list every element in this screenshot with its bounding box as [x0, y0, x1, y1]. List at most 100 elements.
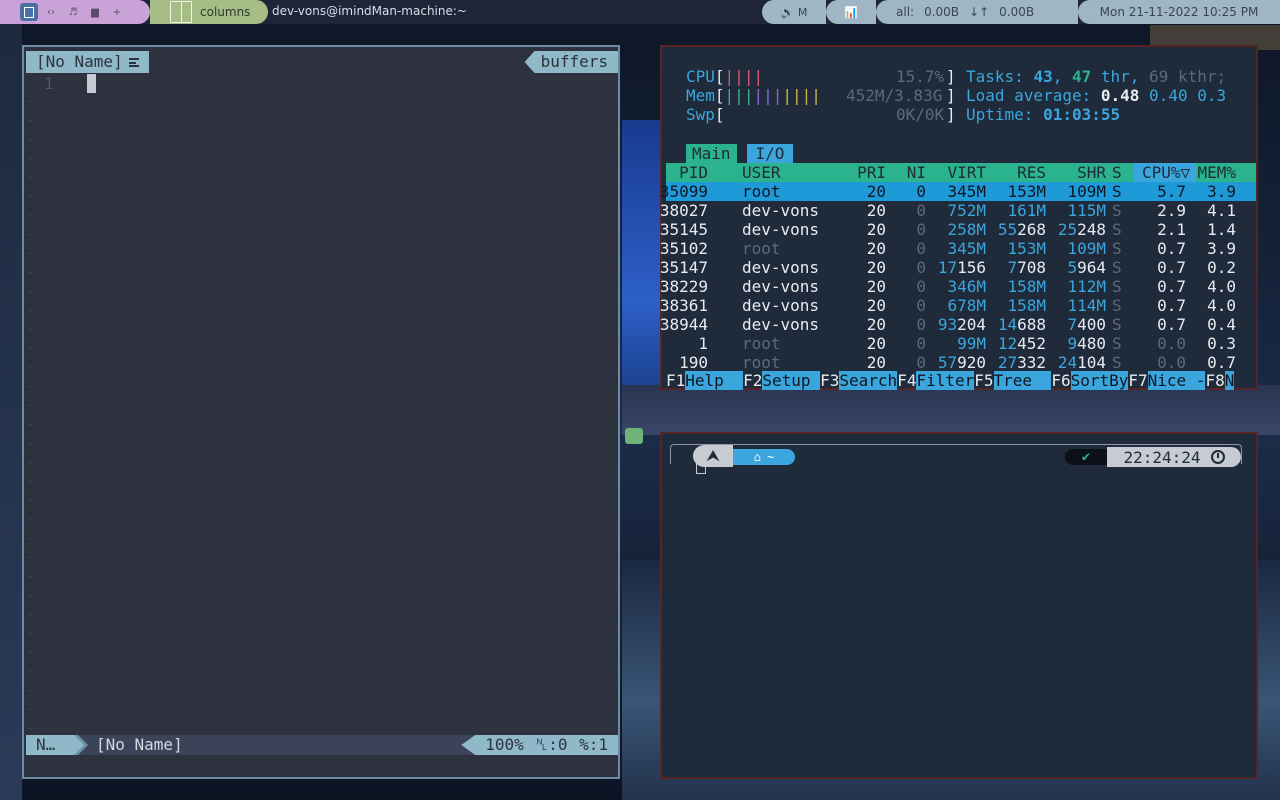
- empty-line-markers: ~ ~ ~ ~ ~ ~ ~ ~ ~ ~ ~ ~ ~ ~ ~ ~ ~ ~ ~ ~ ~ ~ ~ ~ ~ ~ ~ ~ ~ ~ ~ ~ ~ ~: [28, 95, 58, 735]
- vim-tab-label: [No Name]: [36, 52, 123, 71]
- process-shr: 24104: [1057, 353, 1106, 372]
- fkey-f1[interactable]: F1 Help: [666, 371, 744, 390]
- vim-window[interactable]: [No Name] buffers 1 ~ ~ ~ ~ ~ ~ ~ ~ ~ ~ ~ ~ ~ ~ ~ ~ ~ ~ ~ ~…: [22, 45, 620, 779]
- process-pid: 190: [679, 353, 708, 372]
- col-cpu[interactable]: CPU%▽: [1142, 163, 1190, 182]
- process-row[interactable]: 38229 dev-vons 20 0 346M 158M 112M S 0.7 4.0: [660, 277, 1256, 296]
- process-row[interactable]: 1 root 20 0 99M 12452 9480 S 0.0 0.3: [666, 334, 1256, 353]
- tilde-marker: ~: [28, 171, 35, 184]
- col-virt[interactable]: VIRT: [947, 163, 986, 182]
- col-user[interactable]: USER: [742, 163, 781, 182]
- process-virt: 345M: [947, 182, 986, 201]
- tilde-marker: ~: [28, 95, 35, 108]
- process-pid: 38229: [659, 277, 708, 296]
- vim-tab[interactable]: [No Name]: [26, 51, 149, 73]
- process-s: S: [1112, 239, 1122, 258]
- col-pri[interactable]: PRI: [857, 163, 886, 182]
- process-res: 153M: [1007, 182, 1046, 201]
- tilde-marker: ~: [28, 646, 35, 659]
- process-s: S: [1112, 315, 1122, 334]
- tilde-marker: ~: [28, 665, 35, 678]
- workspace-1[interactable]: [20, 3, 38, 21]
- load-15: 0.3: [1197, 86, 1227, 105]
- tasks-count: 43: [1033, 67, 1053, 86]
- process-row[interactable]: 190 root 20 0 57920 27332 24104 S 0.0 0.7: [666, 353, 1256, 372]
- col-shr[interactable]: SHR: [1077, 163, 1106, 182]
- tab-io[interactable]: I/O: [746, 144, 794, 163]
- process-row[interactable]: 35102 root 20 0 345M 153M 109M S 0.7 3.9: [660, 239, 1256, 258]
- tab-main[interactable]: Main: [686, 144, 737, 163]
- fkey-f8[interactable]: F8 N: [1205, 371, 1235, 390]
- process-mem: 4.0: [1207, 277, 1236, 296]
- tilde-marker: ~: [28, 532, 35, 545]
- process-pid: 1: [698, 334, 708, 353]
- process-pid: 38944: [659, 315, 708, 334]
- process-row[interactable]: 35147 dev-vons 20 0 17156 7708 5964 S 0.7 0.2: [660, 258, 1256, 277]
- graph-widget[interactable]: 📊: [826, 0, 876, 24]
- col-pid[interactable]: PID: [679, 163, 708, 182]
- tilde-marker: ~: [28, 285, 35, 298]
- process-mem: 0.3: [1207, 334, 1236, 353]
- process-cpu: 0.7: [1157, 315, 1186, 334]
- fkey-f7[interactable]: F7 Nice -: [1128, 371, 1206, 390]
- process-virt: 17156: [937, 258, 986, 277]
- tilde-marker: ~: [28, 380, 35, 393]
- net-up: 0.00B: [999, 5, 1035, 19]
- process-shr: 5964: [1067, 258, 1106, 277]
- tilde-marker: ~: [28, 190, 35, 203]
- workspace-3[interactable]: ♬: [64, 3, 82, 21]
- process-row[interactable]: 38361 dev-vons 20 0 678M 158M 114M S 0.7 4.0: [660, 296, 1256, 315]
- col-res[interactable]: RES: [1017, 163, 1046, 182]
- htop-window[interactable]: CPU[|||| 15.7% ] Mem[|||||||||| ||||||||…: [660, 45, 1258, 390]
- top-bar: ‹› ♬ ▆ + columns dev-vons@imindMan-machi…: [0, 0, 1280, 24]
- col-state[interactable]: S: [1112, 163, 1122, 182]
- process-table-header: PID USER PRI NI VIRT RES SHR S CPU%▽ MEM…: [666, 163, 1256, 182]
- process-virt: 346M: [947, 277, 986, 296]
- workspace-5[interactable]: +: [108, 3, 126, 21]
- process-ni: 0: [916, 277, 926, 296]
- process-virt: 57920: [937, 353, 986, 372]
- workspace-2[interactable]: ‹›: [42, 3, 60, 21]
- terminal-cursor[interactable]: [696, 454, 706, 474]
- process-row[interactable]: 38027 dev-vons 20 0 752M 161M 115M S 2.9 4.1: [660, 201, 1256, 220]
- tilde-marker: ~: [28, 494, 35, 507]
- fkey-f4[interactable]: F4 Filter: [897, 371, 975, 390]
- process-cpu: 5.7: [1157, 182, 1186, 201]
- layout-indicator[interactable]: columns: [150, 0, 268, 24]
- terminal-window[interactable]: ⮝ ⌂ ~ ✔ 22:24:24: [660, 432, 1258, 779]
- process-mem: 4.1: [1207, 201, 1236, 220]
- volume-widget[interactable]: 🔈 M: [762, 0, 826, 24]
- fkey-f2[interactable]: F2 Setup: [743, 371, 821, 390]
- process-virt: 99M: [957, 334, 986, 353]
- fkey-f5[interactable]: F5 Tree: [974, 371, 1052, 390]
- process-user: dev-vons: [742, 277, 820, 296]
- mem-value: 452M/3.83G: [846, 86, 943, 105]
- wallpaper-shelf: [622, 385, 1280, 435]
- fkey-f3[interactable]: F3 Search: [820, 371, 898, 390]
- process-row[interactable]: 35099 root 20 0 345M 153M 109M S 5.7 3.9: [660, 182, 1256, 201]
- process-row[interactable]: 38944 dev-vons 20 0 93204 14688 7400 S 0.7 0.4: [660, 315, 1256, 334]
- tilde-marker: ~: [28, 418, 35, 431]
- fkey-f6[interactable]: F6 SortBy: [1051, 371, 1129, 390]
- tilde-marker: ~: [28, 342, 35, 355]
- tilde-marker: ~: [28, 209, 35, 222]
- process-pid: 35102: [659, 239, 708, 258]
- process-s: S: [1112, 334, 1122, 353]
- process-pid: 38361: [659, 296, 708, 315]
- process-pri: 20: [866, 334, 886, 353]
- line-number: 1: [44, 74, 54, 93]
- process-mem: 3.9: [1207, 182, 1236, 201]
- home-icon: ⌂: [753, 450, 761, 464]
- process-shr: 7400: [1067, 315, 1106, 334]
- network-widget[interactable]: all: 0.00B ↓↑ 0.00B: [876, 0, 1078, 24]
- clock-widget[interactable]: Mon 21-11-2022 10:25 PM: [1078, 0, 1280, 24]
- col-ni[interactable]: NI: [907, 163, 926, 182]
- process-shr: 112M: [1067, 277, 1106, 296]
- col-mem[interactable]: MEM%: [1197, 163, 1236, 182]
- tilde-marker: ~: [28, 703, 35, 716]
- workspace-4[interactable]: ▆: [86, 3, 104, 21]
- process-pri: 20: [866, 201, 886, 220]
- vim-tabline: [No Name] buffers: [26, 51, 618, 73]
- process-row[interactable]: 35145 dev-vons 20 0 258M 55268 25248 S 2.1 1.4: [660, 220, 1256, 239]
- mem-label: Mem: [686, 86, 715, 105]
